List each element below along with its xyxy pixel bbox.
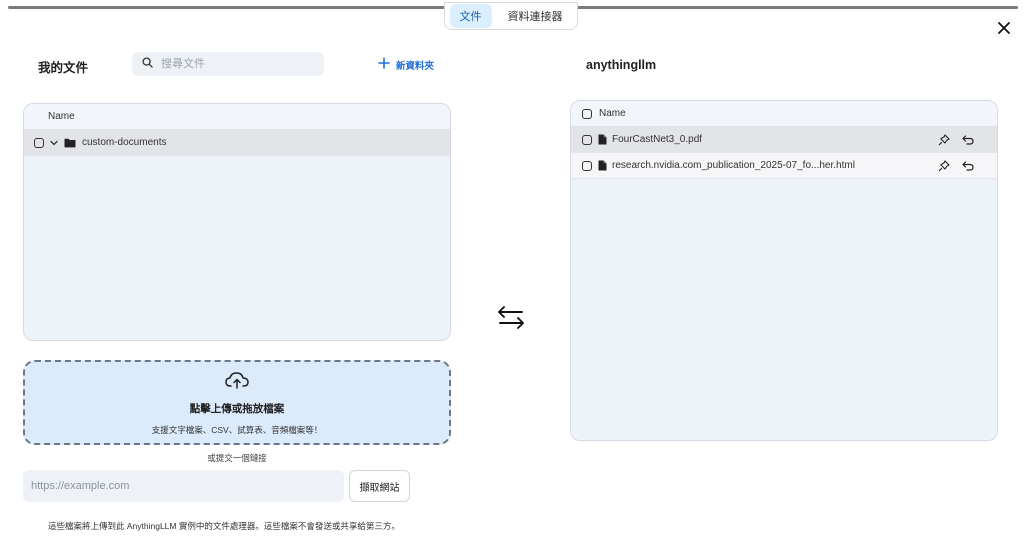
search-box[interactable] xyxy=(132,52,324,76)
folder-icon xyxy=(64,138,76,148)
pin-icon[interactable] xyxy=(938,159,950,172)
upload-dropzone[interactable]: 點擊上傳或拖放檔案 支援文字檔案、CSV、試算表、音頻檔案等！ xyxy=(23,360,451,445)
file-icon xyxy=(598,134,607,145)
or-submit-link-label: 或提交一個鏈接 xyxy=(207,453,267,463)
new-folder-label: 新資料夾 xyxy=(396,60,435,72)
left-column-name: Name xyxy=(48,111,75,122)
workspace-title: anythingllm xyxy=(586,58,657,72)
url-input[interactable] xyxy=(23,470,344,502)
pin-icon[interactable] xyxy=(938,133,950,146)
file-checkbox[interactable] xyxy=(582,134,592,145)
tab-documents[interactable]: 文件 xyxy=(449,4,492,28)
search-icon xyxy=(142,55,153,73)
cloud-upload-icon xyxy=(224,370,250,395)
my-documents-panel: Name custom-documents xyxy=(23,103,451,341)
my-documents-title: 我的文件 xyxy=(38,61,89,75)
folder-row[interactable]: custom-documents xyxy=(24,130,450,156)
swap-arrows-icon xyxy=(497,304,525,335)
select-all-checkbox[interactable] xyxy=(582,108,592,119)
file-checkbox[interactable] xyxy=(582,160,592,171)
file-name: research.nvidia.com_publication_2025-07_… xyxy=(612,160,855,171)
tab-bar: 文件 資料連接器 xyxy=(444,2,578,30)
new-folder-button[interactable]: 新資料夾 xyxy=(378,57,434,72)
plus-icon xyxy=(378,57,390,72)
file-row[interactable]: FourCastNet3_0.pdf xyxy=(571,127,997,153)
chevron-down-icon[interactable] xyxy=(49,138,59,148)
file-name: FourCastNet3_0.pdf xyxy=(612,134,703,145)
search-input[interactable] xyxy=(161,58,311,70)
upload-subtitle: 支援文字檔案、CSV、試算表、音頻檔案等！ xyxy=(151,424,323,435)
workspace-documents-panel: Name FourCastNet3_0.pdf research.nvidia.… xyxy=(570,100,998,441)
upload-title: 點擊上傳或拖放檔案 xyxy=(189,402,285,415)
folder-checkbox[interactable] xyxy=(34,137,44,148)
right-table-header: Name xyxy=(571,101,997,127)
left-table-header: Name xyxy=(24,104,450,130)
footer-notice: 這些檔案將上傳到此 AnythingLLM 實例中的文件處理器。這些檔案不會發送… xyxy=(48,521,400,531)
return-icon[interactable] xyxy=(962,134,974,145)
file-row[interactable]: research.nvidia.com_publication_2025-07_… xyxy=(571,153,997,179)
file-icon xyxy=(598,160,607,171)
close-icon[interactable] xyxy=(996,20,1012,36)
tab-data-connectors[interactable]: 資料連接器 xyxy=(498,4,573,28)
return-icon[interactable] xyxy=(962,160,974,171)
folder-name: custom-documents xyxy=(82,137,167,148)
fetch-website-button[interactable]: 擷取網站 xyxy=(349,470,410,502)
right-column-name: Name xyxy=(599,108,626,119)
